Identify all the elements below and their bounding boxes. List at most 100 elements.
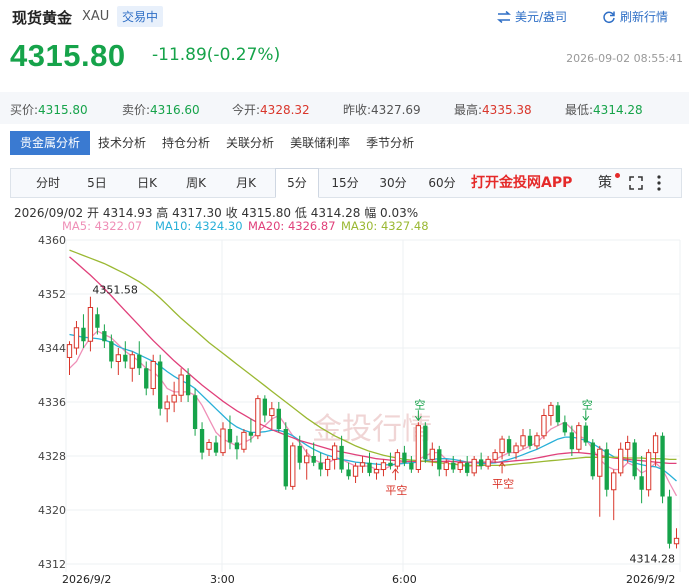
candle-body xyxy=(352,465,359,477)
candle xyxy=(485,456,491,470)
candle-body xyxy=(590,442,595,477)
candle xyxy=(359,456,366,473)
candle xyxy=(437,445,442,477)
candle xyxy=(178,368,184,402)
candle xyxy=(95,307,100,335)
candle-body xyxy=(178,374,184,396)
candle xyxy=(158,354,163,416)
candle xyxy=(639,456,644,504)
candle-body xyxy=(652,435,659,454)
candle-body xyxy=(304,455,310,464)
period-tab-timeshare[interactable]: 分时 xyxy=(26,169,70,197)
y-tick-label: 4360 xyxy=(38,234,66,247)
refresh-button[interactable]: 刷新行情 xyxy=(602,8,668,25)
candle xyxy=(199,422,205,460)
signal-label-sell: 空 xyxy=(582,397,593,411)
tab-precious-metal[interactable]: 贵金属分析 xyxy=(10,131,91,155)
candle xyxy=(164,395,170,423)
candle-body xyxy=(645,452,652,491)
candle-body xyxy=(185,375,191,396)
candle-body xyxy=(569,432,575,450)
candle-body xyxy=(409,462,414,470)
fullscreen-icon[interactable] xyxy=(629,169,643,197)
candle-body xyxy=(137,354,142,369)
candle-body xyxy=(583,425,588,443)
arrow-up-icon xyxy=(391,468,399,481)
strategy-button[interactable]: 策 xyxy=(598,169,620,197)
candle xyxy=(373,462,380,480)
candle-body xyxy=(388,462,393,467)
signal-label-cover: 平空 xyxy=(492,476,514,490)
candle xyxy=(352,462,359,483)
candle-body xyxy=(541,415,547,437)
currency-switch-button[interactable]: 美元/盎司 xyxy=(497,8,567,25)
period-tab-monthly[interactable]: 月K xyxy=(226,169,266,197)
candle-body xyxy=(150,361,156,389)
candle xyxy=(185,368,191,402)
period-tab-daily[interactable]: 日K xyxy=(127,169,167,197)
candle-body xyxy=(660,435,665,497)
candle-body xyxy=(164,401,170,410)
candle-body xyxy=(192,395,198,429)
more-icon[interactable] xyxy=(657,169,661,197)
candle-body xyxy=(437,449,442,470)
candle xyxy=(81,314,86,348)
candle xyxy=(562,415,568,436)
tab-position[interactable]: 持仓分析 xyxy=(154,131,218,155)
period-tab-30min[interactable]: 30分 xyxy=(373,169,413,197)
candle-body xyxy=(234,442,240,450)
candle-body xyxy=(248,432,254,436)
candle-body xyxy=(527,435,533,446)
y-tick-label: 4312 xyxy=(38,558,66,571)
tab-seasonal[interactable]: 季节分析 xyxy=(358,131,422,155)
candle xyxy=(394,449,401,470)
y-tick-label: 4344 xyxy=(38,342,66,355)
y-tick-label: 4336 xyxy=(38,396,66,409)
candle xyxy=(262,395,268,423)
candle xyxy=(576,422,582,453)
candle-body xyxy=(123,354,128,362)
candle xyxy=(590,439,595,480)
candle-body xyxy=(199,429,205,453)
arrow-up-icon xyxy=(498,461,506,474)
candle-body xyxy=(73,327,80,349)
candle xyxy=(66,341,73,375)
candle xyxy=(471,456,477,477)
period-tab-5day[interactable]: 5日 xyxy=(77,169,117,197)
candle-body xyxy=(625,442,631,450)
candle-body xyxy=(394,452,401,467)
candle xyxy=(667,489,672,549)
candle-body xyxy=(206,442,212,450)
candle xyxy=(269,402,275,429)
y-tick-label: 4320 xyxy=(38,504,66,517)
candle-body xyxy=(318,462,323,470)
quote-page: 现货黄金 XAU 交易中 美元/盎司 刷新行情 4315.80 -11.89(-… xyxy=(0,0,689,588)
period-tab-5min[interactable]: 5分 xyxy=(275,168,319,198)
candle-body xyxy=(492,452,498,460)
period-tab-15min[interactable]: 15分 xyxy=(325,169,365,197)
candle-body xyxy=(144,368,149,389)
period-tab-weekly[interactable]: 周K xyxy=(176,169,216,197)
candle-body xyxy=(632,442,637,477)
candle xyxy=(632,439,637,480)
candle-body xyxy=(311,456,316,463)
period-tab-60min[interactable]: 60分 xyxy=(422,169,462,197)
stat-high: 最高:4335.38 xyxy=(454,103,532,117)
candle-body xyxy=(213,442,219,453)
tab-correlation[interactable]: 关联分析 xyxy=(218,131,282,155)
candle-body xyxy=(95,314,100,328)
x-tick-label: 3:00 xyxy=(210,573,235,586)
candle-body xyxy=(66,344,73,358)
open-app-link[interactable]: 打开金投网APP xyxy=(471,169,572,197)
candle xyxy=(583,422,588,446)
candle-body xyxy=(604,449,609,490)
tab-fed-rate[interactable]: 美联储利率 xyxy=(282,131,358,155)
candle-body xyxy=(597,448,603,477)
ma20-legend: MA20: 4326.87 xyxy=(248,219,336,233)
tab-technical[interactable]: 技术分析 xyxy=(90,131,154,155)
min-price-label: 4314.28 xyxy=(630,552,676,565)
candle-body xyxy=(81,327,86,342)
candle xyxy=(423,422,428,463)
kline-chart[interactable]: 金投行情 4360 4352 4344 4336 4328 4320 4312 2026/9/… xyxy=(0,232,689,588)
candle-body xyxy=(87,307,94,342)
